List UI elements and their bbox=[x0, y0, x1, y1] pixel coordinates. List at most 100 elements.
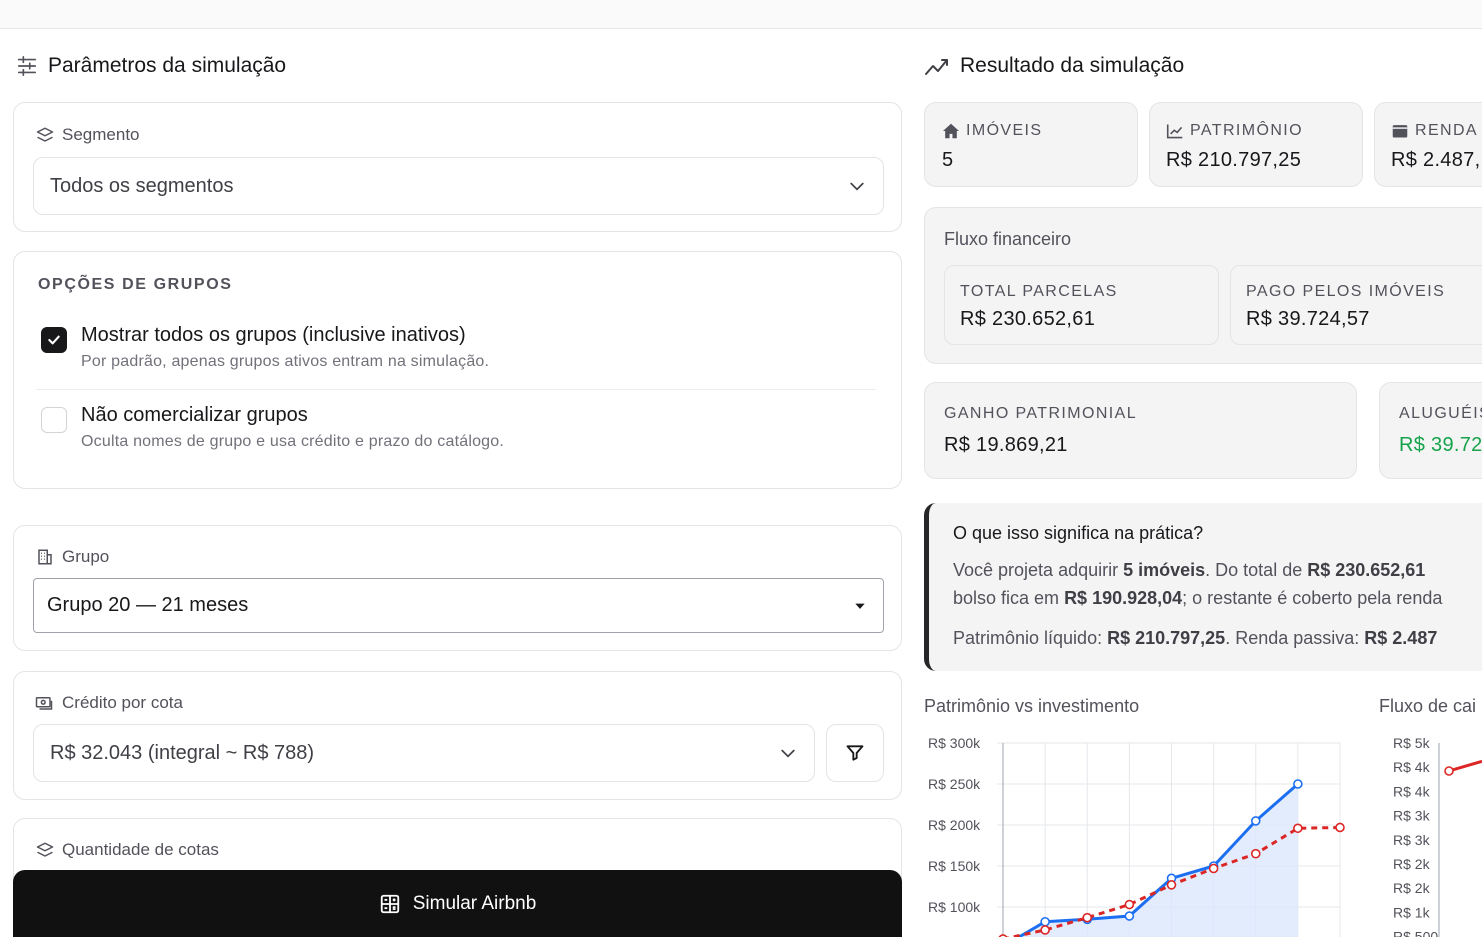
group-options-heading: Opções de grupos bbox=[38, 276, 233, 293]
wallet-icon bbox=[1392, 125, 1408, 138]
explain-text: ; o restante é coberto pela renda bbox=[1182, 588, 1443, 608]
stat-patrimony-label-text: PATRIMÔNIO bbox=[1190, 122, 1303, 139]
series-line bbox=[1448, 759, 1482, 773]
data-point bbox=[1082, 912, 1093, 923]
flow-total-value: R$ 230.652,61 bbox=[960, 308, 1096, 330]
cashflow-chart: R$ 5k R$ 4k R$ 4k R$ 3k R$ 3k R$ 2k R$ 2k R$ 1k… bbox=[1393, 735, 1482, 937]
y-tick-label: R$ 5k bbox=[1393, 735, 1431, 751]
credit-card: Crédito por cota R$ 32.043 (integral ~ R… bbox=[13, 671, 902, 800]
data-point bbox=[1293, 779, 1303, 789]
stat-card-income: RENDA M R$ 2.487, bbox=[1374, 102, 1482, 187]
explain-bold: 5 imóveis bbox=[1123, 560, 1206, 580]
data-point bbox=[1124, 911, 1135, 921]
y-tick-label: R$ 250k bbox=[928, 776, 981, 792]
stat-value-patrimony: R$ 210.797,25 bbox=[1166, 149, 1302, 171]
gain-label: GANHO PATRIMONIAL bbox=[944, 405, 1138, 422]
chart1-title: Patrimônio vs investimento bbox=[924, 696, 1140, 716]
chevron-down-icon bbox=[850, 182, 864, 191]
group-label-row: Grupo bbox=[36, 547, 109, 567]
gain-value: R$ 19.869,21 bbox=[944, 434, 1068, 456]
simulate-label: Simular Airbnb bbox=[412, 892, 537, 914]
group-label: Grupo bbox=[62, 547, 110, 566]
flow-card: Fluxo financeiro TOTAL PARCELAS R$ 230.6… bbox=[924, 207, 1482, 364]
y-tick-label: R$ 4k bbox=[1393, 783, 1431, 799]
show-all-groups-row[interactable]: Mostrar todos os grupos (inclusive inati… bbox=[41, 324, 489, 371]
stat-properties-label-text: IMÓVEIS bbox=[966, 122, 1043, 139]
explanation-question: O que isso significa na prática? bbox=[953, 523, 1204, 543]
explanation-line-2: bolso fica em R$ 190.928,04; o restante … bbox=[953, 588, 1442, 609]
area-fill bbox=[1003, 784, 1298, 937]
flow-paid-label: PAGO PELOS IMÓVEIS bbox=[1246, 283, 1446, 300]
group-select[interactable]: Grupo 20 — 21 meses bbox=[33, 578, 884, 633]
rent-value: R$ 39.72 bbox=[1399, 434, 1482, 456]
y-tick-label: R$ 3k bbox=[1393, 832, 1431, 848]
y-tick-label: R$ 200k bbox=[928, 817, 981, 833]
data-point bbox=[1444, 766, 1454, 776]
no-commercial-title: Não comercializar grupos bbox=[81, 404, 308, 426]
show-all-groups-checkbox[interactable] bbox=[41, 327, 67, 353]
chart2-title: Fluxo de cai bbox=[1379, 696, 1477, 716]
stat-label-properties: IMÓVEIS bbox=[942, 122, 1042, 140]
group-card: Grupo Grupo 20 — 21 meses bbox=[13, 525, 902, 651]
y-tick-label: R$ 300k bbox=[928, 735, 981, 751]
show-all-groups-title: Mostrar todos os grupos (inclusive inati… bbox=[81, 324, 466, 346]
banknote-icon bbox=[35, 697, 53, 710]
stat-card-properties: IMÓVEIS 5 bbox=[924, 102, 1138, 187]
explain-bold: R$ 230.652,61 bbox=[1307, 560, 1426, 580]
trend-icon bbox=[925, 59, 948, 75]
options-divider bbox=[36, 389, 876, 390]
top-bar bbox=[0, 0, 1482, 29]
explanation-box: O que isso significa na prática? Você pr… bbox=[924, 503, 1482, 671]
explain-bold: R$ 190.928,04 bbox=[1064, 588, 1183, 608]
quota-label: Quantidade de cotas bbox=[62, 840, 219, 859]
params-title: Parâmetros da simulação bbox=[48, 54, 287, 77]
no-commercial-row[interactable]: Não comercializar grupos Oculta nomes de… bbox=[41, 404, 504, 451]
building-icon bbox=[38, 549, 52, 565]
calculator-icon bbox=[380, 894, 399, 913]
chevron-down-icon bbox=[781, 749, 795, 758]
explain-text: bolso fica em bbox=[953, 588, 1065, 608]
flow-total-label: TOTAL PARCELAS bbox=[960, 283, 1118, 300]
stat-income-label-text: RENDA M bbox=[1415, 122, 1482, 139]
flow-paid-card: PAGO PELOS IMÓVEIS R$ 39.724,57 bbox=[1230, 265, 1482, 345]
result-section-title: Resultado da simulação bbox=[924, 54, 1184, 78]
data-point bbox=[1124, 899, 1135, 910]
params-section-title: Parâmetros da simulação bbox=[16, 54, 286, 78]
explain-text: . Renda passiva: bbox=[1225, 628, 1365, 648]
data-point bbox=[1208, 863, 1219, 874]
layers-icon bbox=[36, 842, 54, 857]
segment-select[interactable]: Todos os segmentos bbox=[33, 157, 884, 215]
patrimony-chart: R$ 300k R$ 250k R$ 200k R$ 150k R$ 100k bbox=[928, 735, 1345, 937]
y-tick-label: R$ 500 bbox=[1393, 929, 1438, 937]
simulate-button[interactable]: Simular Airbnb bbox=[13, 870, 902, 937]
y-tick-label: R$ 100k bbox=[928, 899, 981, 915]
flow-paid-value: R$ 39.724,57 bbox=[1246, 308, 1370, 330]
explanation-line-3: Patrimônio líquido: R$ 210.797,25. Renda… bbox=[953, 628, 1437, 649]
y-tick-label: R$ 2k bbox=[1393, 880, 1431, 896]
data-point bbox=[1250, 848, 1261, 859]
no-commercial-desc: Oculta nomes de grupo e usa crédito e pr… bbox=[81, 433, 505, 450]
segment-label-row: Segmento bbox=[36, 125, 140, 145]
quota-label-row: Quantidade de cotas bbox=[36, 840, 219, 860]
y-tick-label: R$ 2k bbox=[1393, 856, 1431, 872]
sliders-icon bbox=[17, 56, 37, 76]
explain-bold: R$ 210.797,25 bbox=[1107, 628, 1226, 648]
segment-card: Segmento Todos os segmentos bbox=[13, 102, 902, 232]
flow-total-card: TOTAL PARCELAS R$ 230.652,61 bbox=[944, 265, 1219, 345]
credit-select[interactable]: R$ 32.043 (integral ~ R$ 788) bbox=[33, 724, 815, 782]
data-point bbox=[1293, 823, 1303, 834]
explanation-line-1: Você projeta adquirir 5 imóveis. Do tota… bbox=[953, 560, 1425, 581]
show-all-groups-desc: Por padrão, apenas grupos ativos entram … bbox=[81, 353, 490, 370]
no-commercial-checkbox[interactable] bbox=[41, 407, 67, 433]
caret-down-icon bbox=[855, 603, 865, 609]
y-tick-label: R$ 4k bbox=[1393, 759, 1431, 775]
explain-text: Você projeta adquirir bbox=[953, 560, 1124, 580]
stat-value-properties: 5 bbox=[942, 149, 954, 171]
filter-button[interactable] bbox=[826, 724, 884, 782]
explain-text: Patrimônio líquido: bbox=[953, 628, 1108, 648]
flow-title: Fluxo financeiro bbox=[944, 229, 1072, 249]
rent-label: ALUGUÉIS bbox=[1399, 405, 1482, 422]
gain-card: GANHO PATRIMONIAL R$ 19.869,21 bbox=[924, 382, 1357, 479]
data-point bbox=[1040, 916, 1050, 927]
data-point bbox=[1040, 925, 1050, 935]
